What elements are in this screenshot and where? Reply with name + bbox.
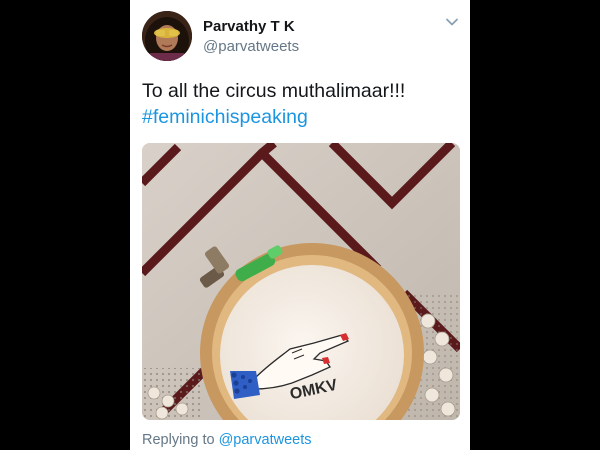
reply-context: Replying to @parvatweets <box>142 432 311 448</box>
tweet-card: Parvathy T K @parvatweets To all the cir… <box>130 0 470 450</box>
chevron-down-icon <box>446 18 458 26</box>
tweet-text: To all the circus muthalimaar!!! #femini… <box>142 78 462 130</box>
tweet-text-line: To all the circus muthalimaar!!! <box>142 80 406 102</box>
hashtag-link[interactable]: #feminichispeaking <box>142 104 462 130</box>
tweet-menu-button[interactable] <box>444 14 460 30</box>
author-avatar[interactable] <box>142 11 192 61</box>
tweet-image[interactable]: OMKV <box>142 143 460 420</box>
avatar-photo-icon <box>142 11 192 61</box>
author-display-name[interactable]: Parvathy T K <box>203 18 295 35</box>
author-handle[interactable]: @parvatweets <box>203 38 299 55</box>
reply-prefix: Replying to <box>142 432 215 448</box>
embroidery-hoop-photo: OMKV <box>142 143 460 420</box>
reply-handle-link[interactable]: @parvatweets <box>219 432 312 448</box>
